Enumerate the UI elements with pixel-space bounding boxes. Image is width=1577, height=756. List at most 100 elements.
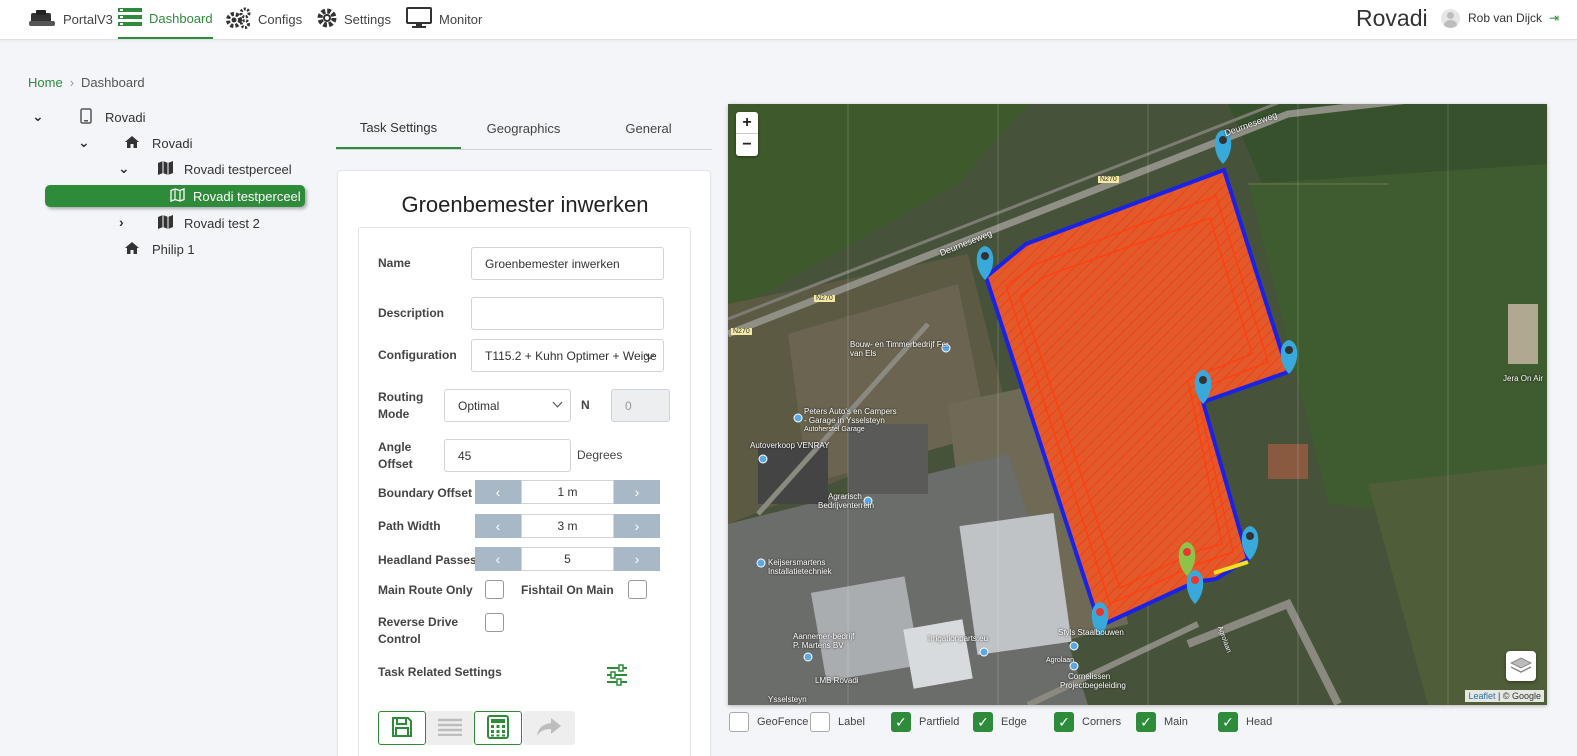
tree-item-selected[interactable]: Rovadi testperceel (45, 185, 305, 207)
nav-portal[interactable]: PortalV3 (28, 0, 113, 38)
legend-main[interactable]: ✓ Main (1136, 711, 1188, 733)
routing-mode-select[interactable]: Optimal (444, 389, 571, 422)
legend-edge[interactable]: ✓ Edge (973, 711, 1027, 733)
configuration-select[interactable]: T115.2 + Kuhn Optimer + Weige (471, 339, 664, 372)
nav-settings-label: Settings (344, 11, 391, 27)
nav-configs[interactable]: Configs (225, 0, 302, 38)
user-name: Rob van Dijck (1468, 11, 1543, 25)
head-checkbox[interactable]: ✓ (1218, 712, 1238, 732)
share-button[interactable] (523, 711, 575, 745)
legend-corners[interactable]: ✓ Corners (1054, 711, 1121, 733)
breadcrumb-home[interactable]: Home (28, 75, 63, 90)
layers-button[interactable] (1506, 651, 1536, 681)
decrement-button[interactable]: ‹ (475, 547, 521, 571)
list-button[interactable] (426, 711, 474, 745)
nav-dashboard[interactable]: Dashboard (118, 0, 213, 39)
chevron-down-icon[interactable]: ⌄ (32, 108, 44, 125)
tab-task-settings[interactable]: Task Settings (336, 108, 461, 149)
map-label-n270: N270 (1098, 176, 1119, 183)
legend-label-toggle[interactable]: Label (810, 711, 865, 733)
path-width-stepper: ‹ 3 m › (475, 514, 660, 538)
label-checkbox[interactable] (810, 712, 830, 732)
sliders-icon[interactable] (606, 664, 628, 689)
brand-title: Rovadi (1356, 5, 1428, 31)
fishtail-on-main-checkbox[interactable] (628, 580, 647, 599)
zoom-in-button[interactable]: + (736, 112, 758, 134)
save-button[interactable] (378, 711, 426, 745)
decrement-button[interactable]: ‹ (475, 480, 521, 504)
tree-item-rovadi-testperceel[interactable]: Rovadi testperceel (158, 158, 292, 180)
chevron-down-icon[interactable]: ⌄ (118, 160, 130, 177)
map-icon (158, 160, 173, 178)
tree-item-rovadi-device[interactable]: Rovadi (80, 106, 145, 128)
tab-geographics[interactable]: Geographics (461, 108, 586, 149)
nav-monitor[interactable]: Monitor (406, 0, 482, 38)
breadcrumb: Home › Dashboard (28, 75, 145, 90)
tree-item-label: Rovadi testperceel (184, 161, 292, 177)
nav-dashboard-label: Dashboard (149, 11, 213, 26)
home-icon (125, 135, 139, 151)
chevron-right-icon[interactable]: › (119, 214, 124, 230)
tab-general[interactable]: General (586, 108, 711, 149)
angle-offset-input[interactable]: 45 (444, 439, 571, 472)
nav-settings[interactable]: Settings (317, 0, 391, 38)
corners-checkbox[interactable]: ✓ (1054, 712, 1074, 732)
legend-label: GeoFence (757, 716, 809, 728)
map-label-poi: Autoverkoop VENRAY (750, 441, 830, 450)
partfield-checkbox[interactable]: ✓ (891, 712, 911, 732)
tree-item-label: Rovadi (105, 109, 146, 125)
user-menu[interactable]: Rob van Dijck ⇥ (1441, 8, 1559, 28)
map-label-street: Agrolaan (1046, 657, 1075, 664)
fishtail-on-main-label: Fishtail On Main (521, 583, 614, 597)
reverse-drive-label-line1: Reverse Drive (378, 615, 459, 629)
logout-icon[interactable]: ⇥ (1549, 11, 1559, 25)
chevron-left-icon: ‹ (495, 551, 501, 567)
monitor-icon (406, 6, 432, 32)
breadcrumb-separator: › (69, 75, 75, 90)
map-label-n270: N270 (814, 295, 835, 302)
zoom-out-button[interactable]: − (736, 134, 758, 156)
chevron-right-icon: › (634, 484, 640, 500)
reverse-drive-checkbox[interactable] (485, 613, 504, 632)
angle-unit: Degrees (577, 448, 623, 462)
name-input[interactable]: Groenbemester inwerken (471, 247, 664, 280)
map-view[interactable]: Deurneseweg Deurneseweg N270 N270 N270 B… (728, 104, 1547, 705)
increment-button[interactable]: › (614, 547, 660, 571)
chevron-down-icon[interactable]: ⌄ (78, 134, 90, 151)
map-icon (158, 214, 173, 232)
legend-label: Partfield (919, 716, 960, 728)
map-label-poi: Aannemer-bedrijf P. Martens BV (793, 632, 855, 650)
list-icon (438, 718, 462, 739)
legend-label: Main (1164, 716, 1188, 728)
headland-passes-label: Headland Passes (378, 553, 477, 567)
nav-portal-label: PortalV3 (63, 11, 113, 27)
task-tabs: Task Settings Geographics General (336, 108, 712, 150)
increment-button[interactable]: › (614, 514, 660, 538)
legend-head[interactable]: ✓ Head (1218, 711, 1272, 733)
geofence-checkbox[interactable] (729, 712, 749, 732)
chevron-right-icon: › (634, 518, 640, 534)
chevron-down-icon (552, 397, 563, 408)
tree-item-philip-1[interactable]: Philip 1 (125, 238, 195, 260)
nav-monitor-label: Monitor (439, 11, 483, 27)
description-input[interactable] (471, 297, 664, 330)
edge-checkbox[interactable]: ✓ (973, 712, 993, 732)
calculate-button[interactable] (474, 711, 522, 745)
main-route-only-checkbox[interactable] (485, 580, 504, 599)
breadcrumb-current: Dashboard (81, 75, 145, 90)
tree-item-rovadi-test-2[interactable]: Rovadi test 2 (158, 212, 260, 234)
angle-offset-label: Angle Offset (378, 439, 413, 473)
check-icon: ✓ (895, 713, 907, 730)
main-checkbox[interactable]: ✓ (1136, 712, 1156, 732)
increment-button[interactable]: › (614, 480, 660, 504)
check-icon: ✓ (977, 713, 989, 730)
legend-geofence[interactable]: GeoFence (729, 711, 808, 733)
decrement-button[interactable]: ‹ (475, 514, 521, 538)
routing-mode-label-line1: Routing (378, 390, 424, 404)
legend-partfield[interactable]: ✓ Partfield (891, 711, 959, 733)
check-icon: ✓ (1058, 713, 1070, 730)
legend-label: Head (1246, 716, 1273, 728)
check-icon: ✓ (1140, 713, 1152, 730)
tree-item-rovadi-home[interactable]: Rovadi (125, 132, 192, 154)
leaflet-link[interactable]: Leaflet (1468, 691, 1495, 701)
